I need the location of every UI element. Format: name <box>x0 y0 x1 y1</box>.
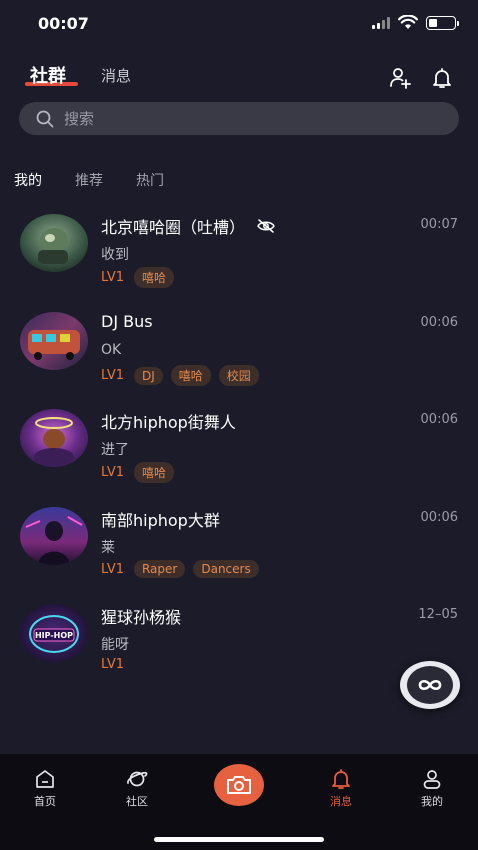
nav-profile[interactable]: 我的 <box>407 768 457 814</box>
home-icon <box>36 770 54 788</box>
tab-messages[interactable]: 消息 <box>101 65 131 86</box>
group-name: 猩球孙杨猴 <box>101 604 181 628</box>
group-name: 北京嘻哈圈（吐槽） <box>101 214 275 238</box>
group-name-text: DJ Bus <box>101 312 153 331</box>
status-icons <box>372 15 459 30</box>
floating-action-button[interactable] <box>400 661 460 709</box>
group-avatar <box>20 409 88 467</box>
group-tag: Raper <box>133 560 186 578</box>
muted-eye-icon <box>257 219 275 233</box>
subtab-popular[interactable]: 热门 <box>136 170 164 190</box>
group-tags: LV1 嘻哈 <box>101 462 174 483</box>
nav-home[interactable]: 首页 <box>20 768 70 814</box>
group-last-message: OK <box>101 342 122 358</box>
battery-icon <box>426 15 459 30</box>
subtab-recommended[interactable]: 推荐 <box>75 170 103 190</box>
group-avatar <box>20 214 88 272</box>
group-tag: 嘻哈 <box>170 365 211 386</box>
header-tabs: 社群 消息 <box>0 60 478 96</box>
group-name: 北方hiphop街舞人 <box>101 409 236 433</box>
add-friend-icon[interactable] <box>388 66 412 90</box>
group-time: 12–05 <box>418 607 458 622</box>
sub-tabs: 我的 推荐 热门 <box>0 168 478 192</box>
planet-icon <box>127 771 148 787</box>
group-name: 南部hiphop大群 <box>101 507 220 531</box>
group-tags: LV1 DJ 嘻哈 校园 <box>101 365 259 386</box>
search-input[interactable]: 搜索 <box>64 108 94 129</box>
avatar-logo-text: HIP-HOP <box>35 631 73 640</box>
group-last-message: 进了 <box>101 442 129 458</box>
group-item[interactable]: DJ Bus 00:06 OK LV1 DJ 嘻哈 校园 <box>0 312 478 402</box>
battery-fill <box>429 18 438 27</box>
status-time: 00:07 <box>38 14 89 33</box>
status-bar: 00:07 <box>0 0 478 50</box>
group-tag: 嘻哈 <box>133 462 174 483</box>
group-level: LV1 <box>101 270 124 285</box>
group-tag: Dancers <box>193 560 259 578</box>
group-item[interactable]: 北京嘻哈圈（吐槽） 00:07 收到 LV1 嘻哈 <box>0 214 478 304</box>
group-name-text: 北方hiphop街舞人 <box>101 413 236 432</box>
nav-label: 我的 <box>421 795 443 808</box>
group-level: LV1 <box>101 657 124 672</box>
nav-label: 首页 <box>34 795 56 808</box>
group-tag: DJ <box>133 366 163 385</box>
group-name: DJ Bus <box>101 312 153 331</box>
nav-label: 消息 <box>330 795 352 808</box>
group-last-message: 收到 <box>101 247 129 263</box>
profile-icon <box>423 770 441 789</box>
group-avatar: HIP-HOP <box>20 604 88 662</box>
search-icon <box>36 110 54 127</box>
group-tags: LV1 嘻哈 <box>101 267 174 288</box>
group-tags: LV1 <box>101 657 126 672</box>
group-name-text: 南部hiphop大群 <box>101 511 220 530</box>
group-level: LV1 <box>101 561 124 577</box>
group-item[interactable]: 北方hiphop街舞人 00:06 进了 LV1 嘻哈 <box>0 409 478 499</box>
float-inner <box>407 666 453 704</box>
group-last-message: 莱 <box>101 540 115 556</box>
group-time: 00:07 <box>420 217 458 232</box>
subtab-mine[interactable]: 我的 <box>14 170 42 190</box>
camera-button[interactable] <box>214 764 264 806</box>
search-bar[interactable]: 搜索 <box>19 102 459 135</box>
group-tag: 校园 <box>218 365 259 386</box>
group-tags: LV1 Raper Dancers <box>101 560 259 578</box>
group-time: 00:06 <box>420 412 458 427</box>
home-indicator <box>154 837 324 842</box>
tab-community[interactable]: 社群 <box>30 62 66 88</box>
group-name-text: 北京嘻哈圈（吐槽） <box>101 218 246 237</box>
bottom-nav: 首页 社区 消息 我的 <box>0 754 478 850</box>
group-level: LV1 <box>101 465 124 480</box>
group-time: 00:06 <box>420 510 458 525</box>
bell-icon <box>332 769 350 789</box>
bell-icon[interactable] <box>430 66 454 90</box>
signal-icon <box>372 16 390 29</box>
group-last-message: 能呀 <box>101 637 129 653</box>
group-name-text: 猩球孙杨猴 <box>101 608 182 627</box>
group-tag: 嘻哈 <box>133 267 174 288</box>
nav-community[interactable]: 社区 <box>112 768 162 814</box>
group-avatar <box>20 312 88 370</box>
group-avatar <box>20 507 88 565</box>
infinity-icon <box>418 679 442 691</box>
group-level: LV1 <box>101 368 124 383</box>
group-item[interactable]: 南部hiphop大群 00:06 莱 LV1 Raper Dancers <box>0 507 478 597</box>
group-time: 00:06 <box>420 315 458 330</box>
nav-messages[interactable]: 消息 <box>316 768 366 814</box>
wifi-icon <box>398 15 418 29</box>
camera-icon <box>227 776 251 794</box>
nav-label: 社区 <box>126 795 148 808</box>
